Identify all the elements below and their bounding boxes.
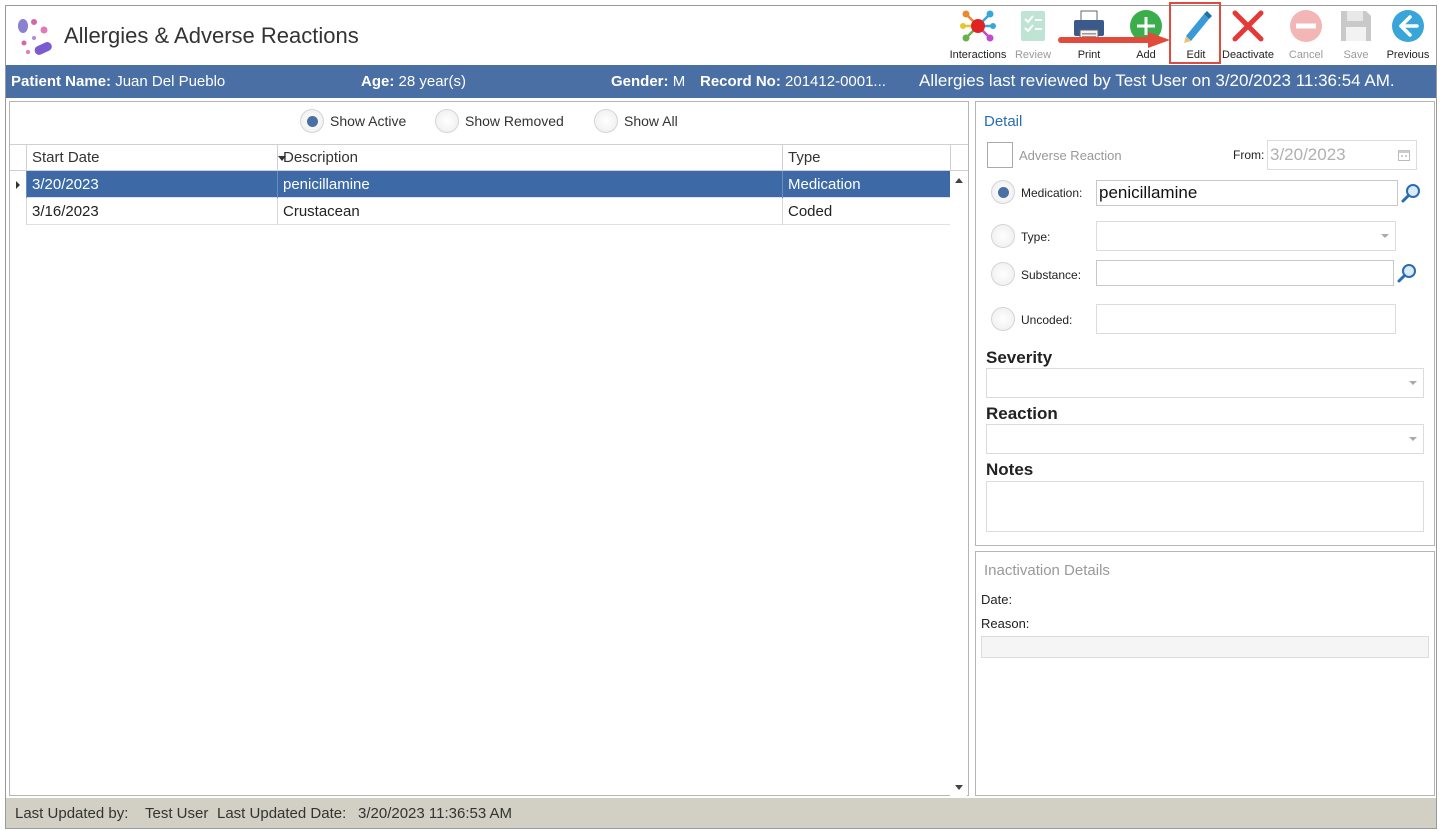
substance-field[interactable]	[1096, 260, 1394, 286]
adverse-reaction-label: Adverse Reaction	[1019, 148, 1122, 163]
cell-start-date: 3/16/2023	[26, 198, 277, 225]
cancel-icon	[1290, 10, 1322, 42]
reaction-dropdown[interactable]	[986, 424, 1424, 454]
medication-radio[interactable]	[991, 180, 1015, 204]
page-title: Allergies & Adverse Reactions	[64, 23, 359, 48]
column-header-type[interactable]: Type	[782, 145, 950, 171]
uncoded-field[interactable]	[1096, 304, 1396, 334]
review-status-text: Allergies last reviewed by Test User on …	[919, 71, 1395, 90]
detail-title: Detail	[984, 113, 1023, 130]
previous-button[interactable]: Previous	[1382, 8, 1434, 64]
chevron-down-icon	[1409, 381, 1417, 385]
notes-field[interactable]	[986, 481, 1424, 532]
type-dropdown[interactable]	[1096, 221, 1396, 251]
inactivation-title: Inactivation Details	[984, 562, 1110, 579]
scroll-up-icon[interactable]	[955, 178, 963, 183]
radio-selected-icon	[300, 109, 324, 133]
column-header-spacer	[950, 145, 968, 171]
substance-label: Substance:	[1021, 268, 1082, 282]
substance-radio[interactable]	[991, 262, 1015, 286]
table-row[interactable]: 3/16/2023 Crustacean Coded	[26, 198, 950, 225]
cancel-button[interactable]: Cancel	[1286, 8, 1326, 64]
column-header-description[interactable]: Description	[277, 145, 782, 171]
type-radio[interactable]	[991, 224, 1015, 248]
cell-type: Coded	[782, 198, 950, 225]
inactivation-reason-label: Reason:	[981, 616, 1030, 631]
show-active-radio[interactable]: Show Active	[300, 109, 406, 133]
cell-description: Crustacean	[277, 198, 782, 225]
inactivation-panel: Inactivation Details Date: Reason:	[975, 551, 1435, 796]
reaction-heading: Reaction	[986, 404, 1058, 423]
last-updated-by-label: Last Updated by:	[15, 805, 129, 822]
show-removed-radio[interactable]: Show Removed	[435, 109, 564, 133]
save-icon	[1341, 11, 1371, 41]
table-row[interactable]: 3/20/2023 penicillamine Medication	[26, 171, 950, 198]
radio-unselected-icon	[435, 109, 459, 133]
interactions-button[interactable]: Interactions	[946, 8, 1010, 64]
review-button[interactable]: Review	[1013, 8, 1053, 64]
patient-age: Age: 28 year(s)	[361, 73, 467, 90]
interactions-icon	[960, 10, 996, 42]
last-updated-date-label: Last Updated Date:	[217, 805, 347, 822]
previous-arrow-icon	[1392, 10, 1424, 42]
deactivate-x-icon	[1232, 10, 1264, 42]
column-header-start-date[interactable]: Start Date	[26, 145, 286, 171]
app-logo-icon	[18, 19, 52, 55]
cell-type: Medication	[782, 171, 950, 198]
calendar-icon[interactable]	[1398, 149, 1410, 161]
adverse-reaction-checkbox[interactable]	[987, 142, 1013, 168]
scroll-down-icon[interactable]	[955, 785, 963, 790]
patient-record: Record No: 201412-0001...	[700, 73, 886, 90]
cell-description: penicillamine	[277, 171, 782, 198]
patient-name: Patient Name: Juan Del Pueblo	[11, 73, 226, 90]
radio-unselected-icon	[594, 109, 618, 133]
medication-search-icon[interactable]	[1400, 182, 1422, 204]
edit-highlight-box	[1169, 2, 1221, 64]
inactivation-date-label: Date:	[981, 592, 1013, 607]
current-row-indicator-icon	[16, 181, 20, 189]
severity-dropdown[interactable]	[986, 368, 1424, 398]
inactivation-reason-field[interactable]	[981, 636, 1429, 658]
type-label: Type:	[1021, 230, 1051, 244]
chevron-down-icon	[1409, 437, 1417, 441]
allergy-list-panel: Show Active Show Removed Show All Start …	[9, 101, 969, 796]
substance-search-icon[interactable]	[1396, 262, 1418, 284]
medication-label: Medication:	[1021, 186, 1083, 200]
status-bar: Last Updated by: Test User Last Updated …	[6, 798, 1436, 828]
from-label: From:	[1233, 148, 1265, 162]
last-updated-by-value: Test User	[145, 805, 209, 822]
annotation-arrow-icon	[1058, 32, 1170, 48]
filter-options: Show Active Show Removed Show All	[10, 102, 968, 140]
from-date-field[interactable]: 3/20/2023	[1267, 140, 1417, 170]
patient-gender: Gender: M	[611, 73, 686, 90]
severity-heading: Severity	[986, 348, 1053, 367]
deactivate-button[interactable]: Deactivate	[1219, 8, 1277, 64]
title-toolbar: Allergies & Adverse Reactions Interactio…	[6, 2, 1436, 65]
notes-heading: Notes	[986, 460, 1034, 479]
medication-field[interactable]: penicillamine	[1096, 180, 1398, 206]
app-window: Allergies & Adverse Reactions Interactio…	[5, 2, 1437, 829]
grid-vertical-scrollbar[interactable]	[950, 172, 967, 796]
uncoded-label: Uncoded:	[1021, 313, 1073, 327]
uncoded-radio[interactable]	[991, 307, 1015, 331]
review-icon	[1021, 11, 1045, 41]
show-all-radio[interactable]: Show All	[594, 109, 678, 133]
chevron-down-icon	[1381, 234, 1389, 238]
grid-header: Start Date Description Type	[10, 144, 968, 171]
save-button[interactable]: Save	[1336, 8, 1376, 64]
patient-info-bar: Patient Name: Juan Del Pueblo Age: 28 ye…	[6, 65, 1436, 98]
last-updated-date-value: 3/20/2023 11:36:53 AM	[358, 805, 513, 822]
detail-panel: Detail Adverse Reaction From: 3/20/2023 …	[975, 101, 1435, 546]
cell-start-date: 3/20/2023	[26, 171, 277, 198]
